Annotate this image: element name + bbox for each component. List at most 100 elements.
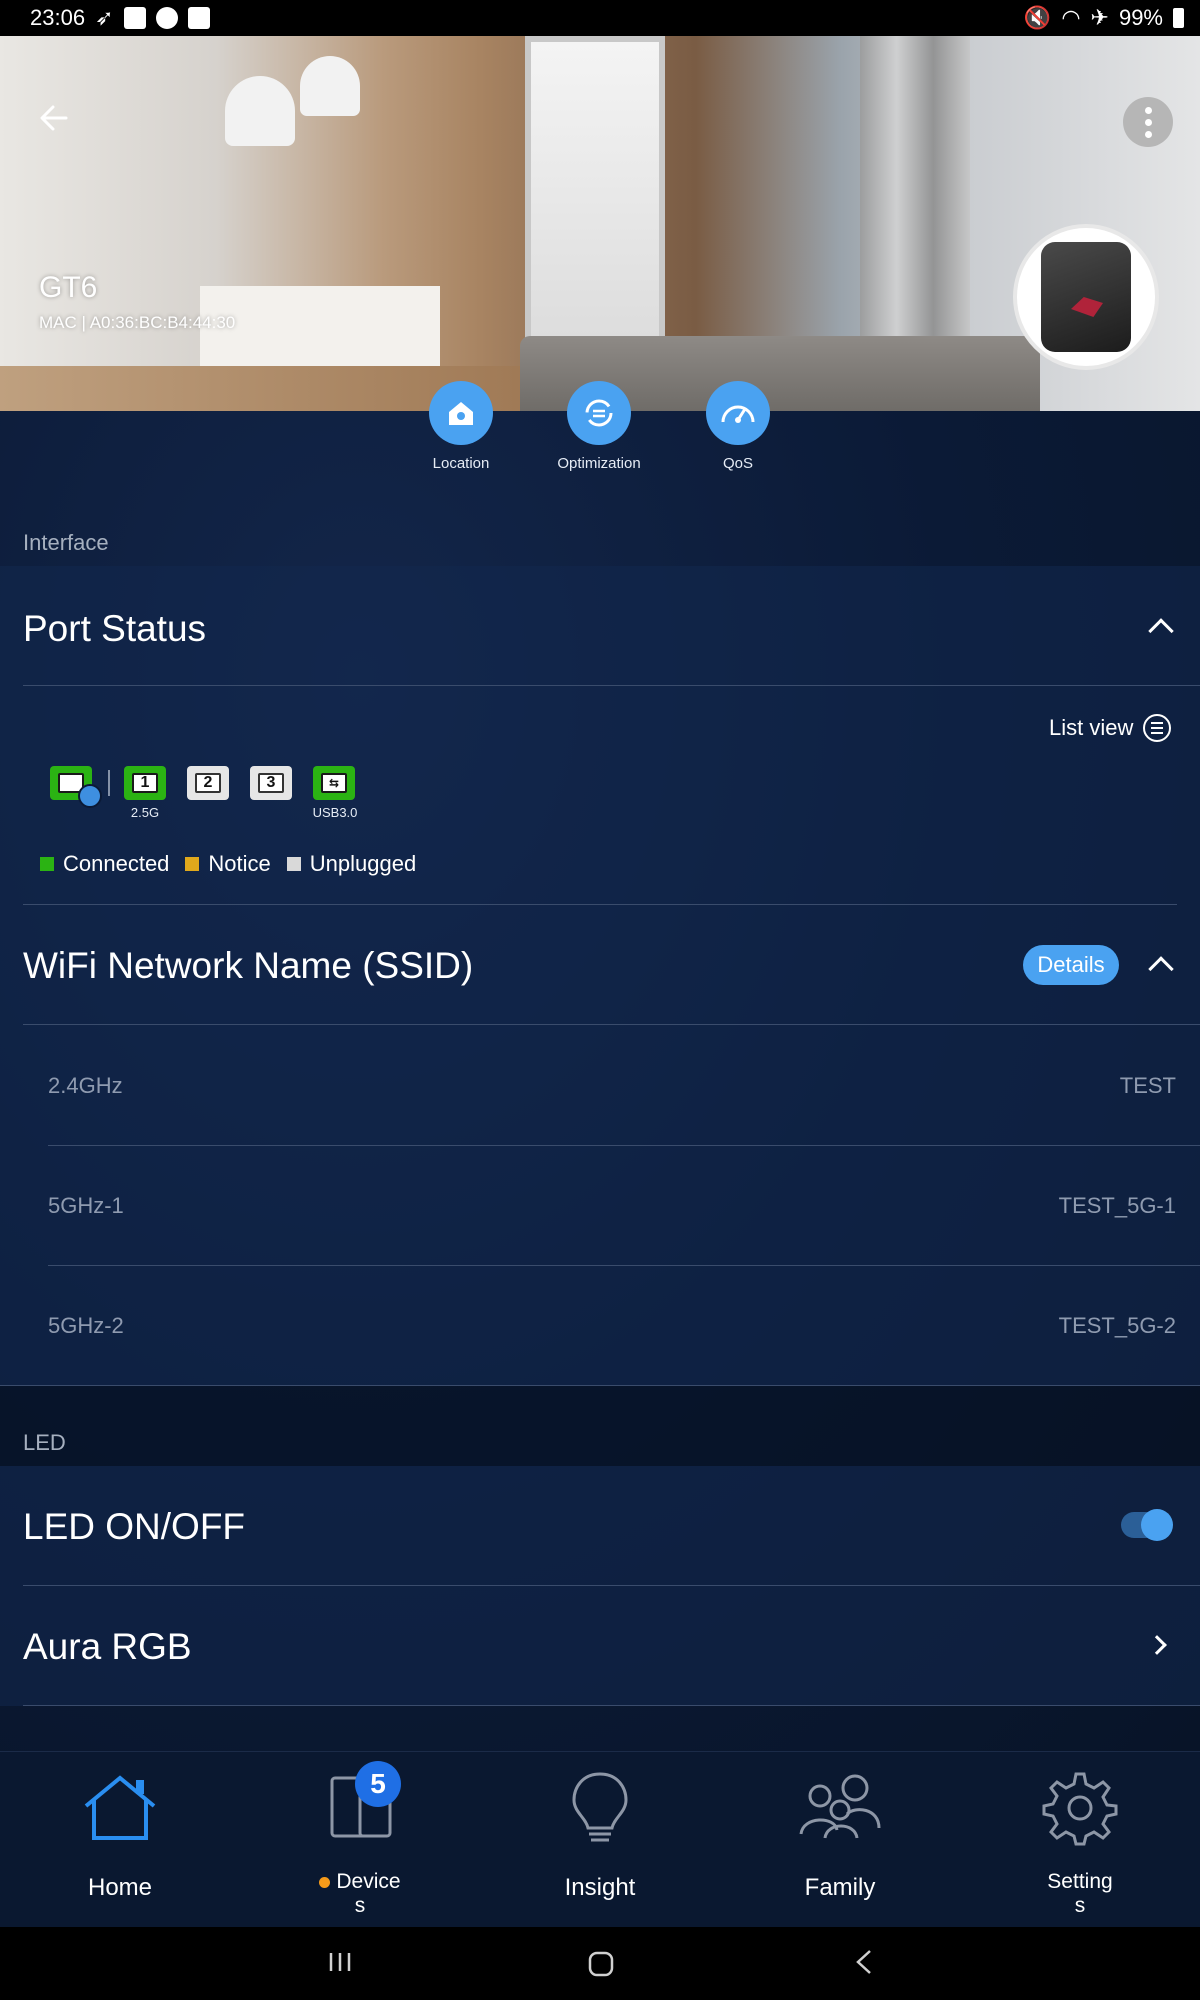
- background-frame: [525, 36, 665, 356]
- back-button-icon[interactable]: [852, 1947, 876, 1977]
- details-button[interactable]: Details: [1023, 945, 1119, 985]
- app-notification-icon: [155, 7, 178, 29]
- usb-icon: ⇆: [321, 773, 347, 793]
- divider: [23, 904, 1177, 905]
- ssid-value: TEST: [1119, 1073, 1176, 1098]
- nav-family[interactable]: Family: [720, 1752, 960, 1928]
- nav-family-label: Family: [804, 1874, 876, 1901]
- nav-devices-label: Device s: [240, 1870, 480, 1918]
- home-icon: [84, 1775, 156, 1840]
- status-time: 23:06: [30, 5, 86, 30]
- background-lamp: [300, 56, 360, 116]
- port-separator: [108, 770, 110, 796]
- list-view-button[interactable]: List view: [1049, 714, 1172, 742]
- speedometer-icon: [706, 381, 770, 445]
- internet-globe-icon: [78, 784, 102, 808]
- port-status-title[interactable]: Port Status: [23, 608, 206, 650]
- devices-count-badge: 5: [355, 1761, 401, 1807]
- band-label: 2.4GHz: [48, 1073, 123, 1098]
- legend-label: Connected: [63, 851, 170, 876]
- qos-action[interactable]: QoS: [658, 381, 818, 472]
- section-label-led: LED: [23, 1430, 66, 1455]
- band-label: 5GHz-1: [48, 1193, 124, 1218]
- recent-apps-icon[interactable]: [325, 1947, 355, 1977]
- aura-rgb-label[interactable]: Aura RGB: [23, 1626, 192, 1668]
- wifi-icon: ◠: [1061, 5, 1081, 30]
- ssid-value: TEST_5G-1: [1058, 1193, 1176, 1218]
- gear-icon: [1042, 1772, 1118, 1846]
- port-speed-label: 2.5G: [130, 805, 160, 820]
- background-lamp: [225, 76, 295, 146]
- port-number: 2: [195, 773, 221, 793]
- battery-icon: [1173, 8, 1184, 28]
- ssid-row-5g1: 5GHz-1 TEST_5G-1: [48, 1146, 1176, 1266]
- legend-unplugged: Unplugged: [286, 851, 417, 877]
- qos-label: QoS: [722, 455, 753, 472]
- nav-insight-label: Insight: [564, 1874, 636, 1901]
- more-options-button[interactable]: [1123, 97, 1173, 147]
- router-image: [1013, 224, 1159, 370]
- nav-home[interactable]: Home: [0, 1752, 240, 1928]
- led-toggle-label: LED ON/OFF: [23, 1506, 246, 1547]
- legend-swatch: [185, 857, 200, 871]
- port-3[interactable]: 3: [250, 766, 292, 800]
- ssid-row-2g: 2.4GHz TEST: [48, 1026, 1176, 1146]
- port-usb-label: USB3.0: [312, 805, 358, 820]
- family-icon: [799, 1774, 881, 1839]
- band-label: 5GHz-2: [48, 1313, 124, 1338]
- optimization-action[interactable]: Optimization: [519, 381, 679, 472]
- back-arrow-icon: [40, 105, 68, 131]
- mute-icon: 🔇: [1023, 5, 1052, 30]
- nav-settings-label: Setting s: [1047, 1870, 1113, 1917]
- legend-swatch: [286, 857, 301, 871]
- system-navigation-bar: [0, 1927, 1200, 2000]
- location-label: Location: [432, 455, 490, 472]
- airplane-icon: ✈: [1090, 5, 1109, 30]
- list-view-label: List view: [1049, 715, 1134, 740]
- lightbulb-icon: [572, 1772, 628, 1842]
- background-cabinet: [200, 286, 440, 376]
- optimization-icon: [567, 381, 631, 445]
- device-mac: MAC | A0:36:BC:B4:44:30: [39, 313, 236, 332]
- port-usb[interactable]: ⇆: [313, 766, 355, 800]
- device-name: GT6: [39, 271, 98, 304]
- legend-swatch: [40, 857, 54, 871]
- divider: [23, 685, 1200, 686]
- home-button-icon[interactable]: [586, 1947, 618, 1979]
- wifi-ssid-title[interactable]: WiFi Network Name (SSID): [23, 945, 473, 987]
- port-2[interactable]: 2: [187, 766, 229, 800]
- port-number: 1: [132, 773, 158, 793]
- location-action[interactable]: Location: [381, 381, 541, 472]
- back-button[interactable]: [32, 96, 76, 140]
- led-section-header: [0, 1386, 1200, 1466]
- port-legend: Connected Notice Unplugged: [40, 851, 432, 877]
- router-icon: [1041, 242, 1131, 352]
- status-dot: [319, 1877, 331, 1888]
- optimization-label: Optimization: [557, 455, 641, 472]
- port-number: 3: [258, 773, 284, 793]
- legend-label: Unplugged: [309, 851, 417, 876]
- device-hero-banner: GT6 MAC | A0:36:BC:B4:44:30: [0, 36, 1200, 411]
- legend-connected: Connected: [40, 851, 169, 877]
- navigation-icon: ➶: [95, 5, 114, 30]
- nav-settings[interactable]: Setting s: [960, 1752, 1200, 1928]
- nav-insight[interactable]: Insight: [480, 1752, 720, 1928]
- port-1[interactable]: 1: [124, 766, 166, 800]
- legend-notice: Notice: [185, 851, 271, 877]
- nav-home-label: Home: [87, 1874, 153, 1901]
- ssid-value: TEST_5G-2: [1058, 1313, 1176, 1338]
- linkedin-icon: [123, 7, 146, 29]
- divider: [23, 1024, 1200, 1025]
- toggle-knob: [1141, 1509, 1173, 1541]
- section-label-interface: Interface: [23, 530, 109, 555]
- bottom-navigation: Home Device s Insight Family Setting s: [0, 1751, 1200, 1927]
- battery-percent: 99%: [1118, 5, 1163, 30]
- divider: [23, 1585, 1200, 1586]
- led-card: [0, 1466, 1200, 1706]
- status-bar: 23:06 ➶ 🔇 ◠ ✈ 99%: [0, 0, 1200, 36]
- led-toggle-switch[interactable]: [1121, 1509, 1173, 1541]
- divider: [23, 1705, 1200, 1706]
- list-icon: [1143, 714, 1172, 742]
- ssid-row-5g2: 5GHz-2 TEST_5G-2: [48, 1266, 1176, 1386]
- home-location-icon: [429, 381, 493, 445]
